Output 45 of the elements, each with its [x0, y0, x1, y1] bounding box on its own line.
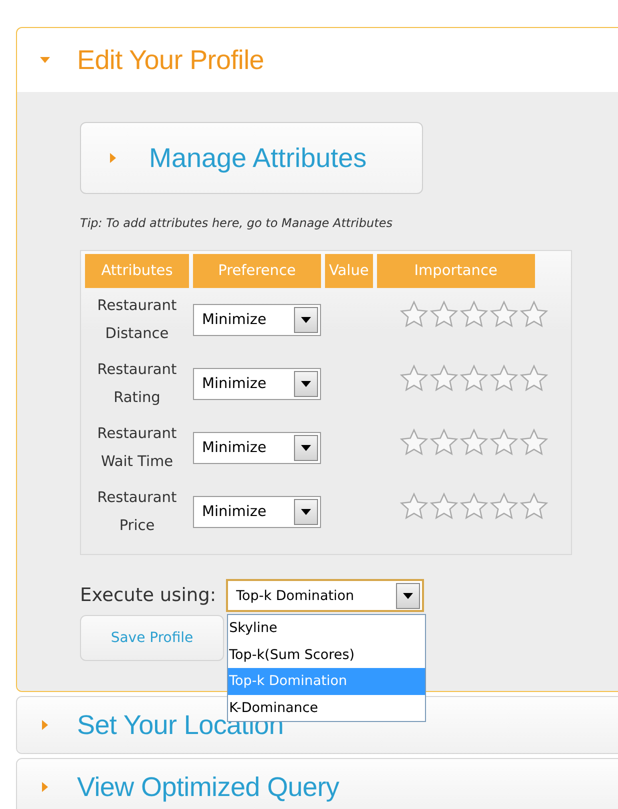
star-icon[interactable]	[518, 364, 549, 394]
dropdown-button[interactable]	[294, 435, 318, 461]
star-icon[interactable]	[458, 428, 489, 458]
star-icon[interactable]	[488, 428, 519, 458]
star-icon[interactable]	[458, 364, 489, 394]
star-icon[interactable]	[428, 364, 459, 394]
caret-down-icon	[301, 509, 311, 515]
attribute-name: Restaurant Distance	[96, 297, 178, 344]
caret-down-icon	[301, 445, 311, 451]
column-header: Importance	[376, 254, 535, 288]
dropdown-button[interactable]	[294, 307, 318, 333]
attribute-name: Restaurant Price	[96, 489, 178, 536]
algorithm-select[interactable]: Top-k Domination	[226, 579, 424, 612]
dropdown-button[interactable]	[294, 371, 318, 397]
star-icon[interactable]	[488, 492, 519, 522]
star-icon[interactable]	[518, 492, 549, 522]
star-icon[interactable]	[488, 364, 519, 394]
star-icon[interactable]	[398, 364, 429, 394]
star-icon[interactable]	[428, 492, 459, 522]
star-icon[interactable]	[488, 300, 519, 330]
caret-down-icon	[301, 317, 311, 323]
star-icon[interactable]	[518, 300, 549, 330]
star-icon[interactable]	[458, 492, 489, 522]
star-icon[interactable]	[458, 300, 489, 330]
star-icon[interactable]	[398, 492, 429, 522]
dropdown-button[interactable]	[294, 499, 318, 525]
preference-select[interactable]: Minimize	[193, 368, 321, 400]
star-icon[interactable]	[398, 300, 429, 330]
column-header: Preference	[193, 254, 321, 288]
dropdown-button[interactable]	[396, 582, 420, 608]
column-header: Value	[325, 254, 373, 288]
star-icon[interactable]	[428, 428, 459, 458]
star-icon[interactable]	[398, 428, 429, 458]
preference-select[interactable]: Minimize	[193, 432, 321, 464]
attribute-name: Restaurant Rating	[96, 361, 178, 408]
star-icon[interactable]	[428, 300, 459, 330]
column-header: Attributes	[85, 254, 189, 288]
preference-select[interactable]: Minimize	[193, 496, 321, 528]
caret-down-icon	[403, 592, 414, 598]
caret-down-icon	[301, 381, 311, 387]
execute-label: Execute using:	[80, 585, 216, 606]
attribute-name: Restaurant Wait Time	[96, 425, 178, 472]
star-icon[interactable]	[518, 428, 549, 458]
preference-select[interactable]: Minimize	[193, 304, 321, 336]
tip-text: Tip: To add attributes here, go to Manage Attributes	[80, 216, 394, 230]
